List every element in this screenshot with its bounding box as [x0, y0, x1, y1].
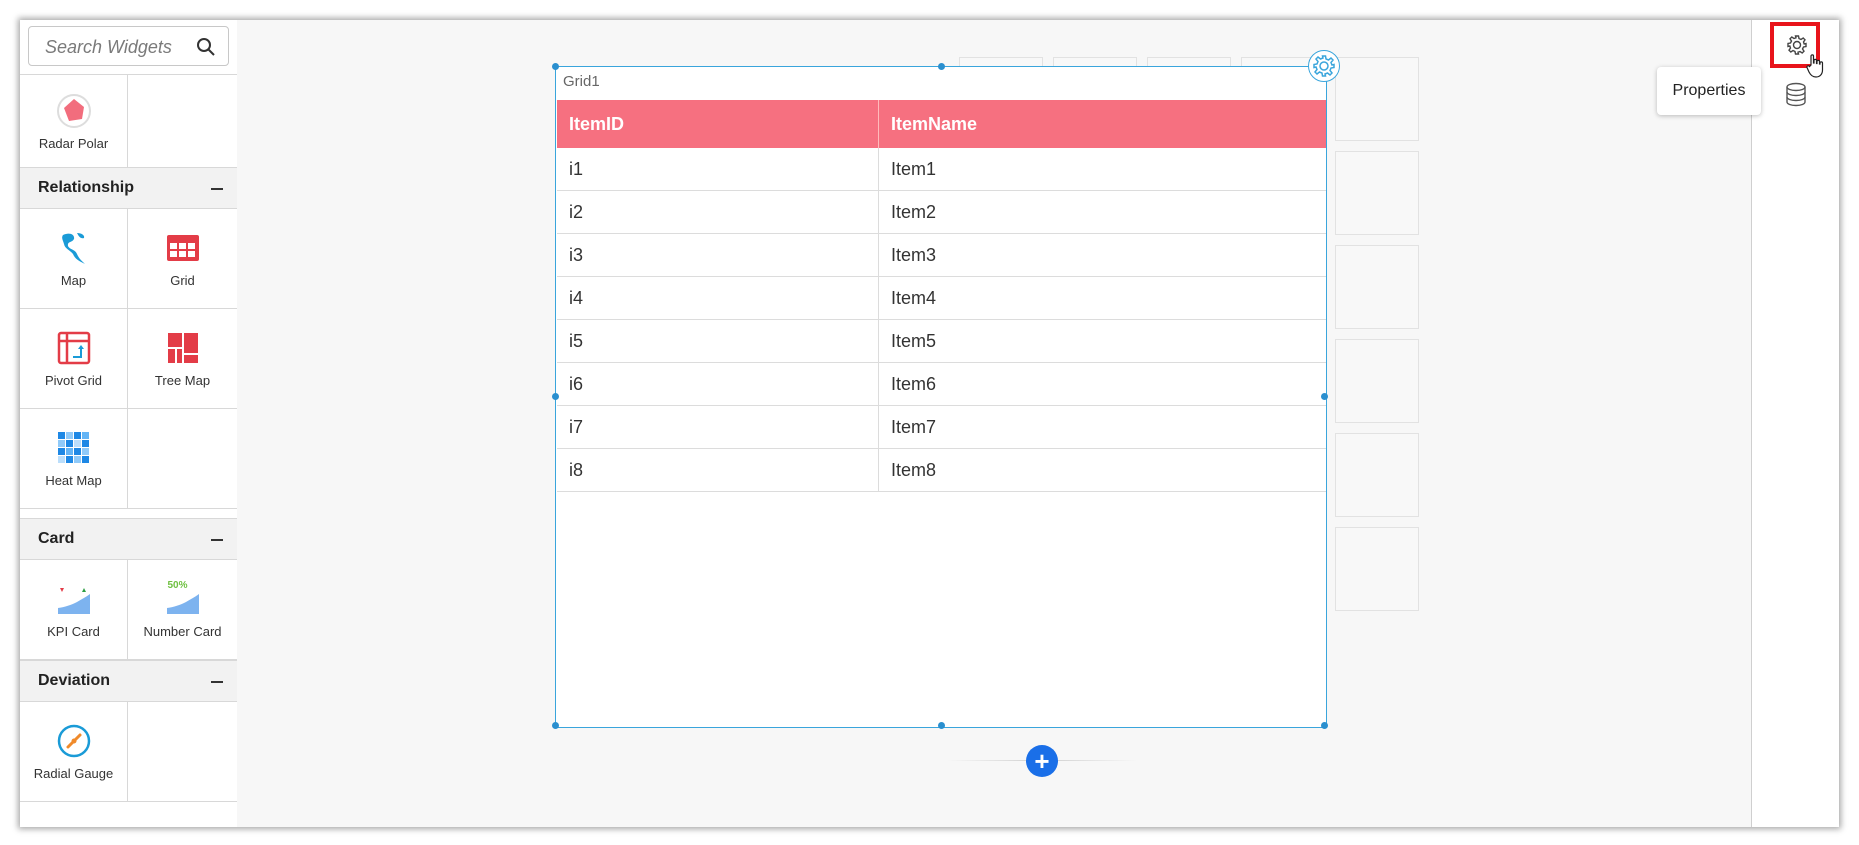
- number-card-icon: 50%: [164, 580, 202, 618]
- data-grid-table[interactable]: ItemID ItemName i1 Item1 i2 Item2 i3 Item3 i4 I…: [557, 100, 1326, 492]
- cell-item-name: Item2: [878, 190, 1326, 234]
- radial-gauge-icon: [57, 724, 90, 758]
- cell-item-id: i4: [557, 276, 879, 320]
- collapse-icon[interactable]: [211, 188, 223, 190]
- widget-label: Radial Gauge: [33, 766, 114, 781]
- app-window: Radar Polar Relationship Map: [20, 20, 1839, 827]
- placeholder-cell[interactable]: [1335, 339, 1419, 423]
- widget-label: Pivot Grid: [44, 373, 103, 388]
- widget-sidebar: Radar Polar Relationship Map: [20, 20, 238, 827]
- section-title: Relationship: [38, 179, 135, 196]
- dashboard-canvas[interactable]: Grid1 ItemID ItemName i1 Item1 i2 Item2 i3 It…: [237, 20, 1751, 827]
- widget-label: KPI Card: [47, 624, 100, 639]
- widget-grid-deviation: Radial Gauge: [20, 702, 237, 802]
- cell-item-id: i6: [557, 362, 879, 406]
- widget-label: Grid: [170, 273, 195, 288]
- kpi-card-icon: [57, 588, 90, 614]
- widget-tree-map[interactable]: Tree Map: [128, 309, 237, 409]
- cell-item-id: i7: [557, 405, 879, 449]
- data-source-button[interactable]: [1772, 75, 1820, 115]
- widget-grid[interactable]: Grid: [128, 209, 237, 309]
- heat-map-icon: [57, 432, 89, 463]
- column-header[interactable]: ItemName: [878, 100, 1326, 148]
- widget-kpi-card[interactable]: KPI Card: [20, 560, 128, 660]
- resize-handle-bottom[interactable]: [938, 722, 945, 729]
- widget-label: Heat Map: [45, 473, 102, 488]
- cell-item-id: i1: [557, 148, 879, 191]
- map-icon: [61, 233, 85, 264]
- grid-widget[interactable]: Grid1 ItemID ItemName i1 Item1 i2 Item2 i3 It…: [552, 50, 1340, 729]
- widget-heat-map[interactable]: Heat Map: [20, 409, 128, 509]
- placeholder-cell[interactable]: [1335, 151, 1419, 235]
- search-input[interactable]: [43, 35, 197, 59]
- resize-handle-top-left[interactable]: [552, 63, 559, 70]
- widget-radial-gauge[interactable]: Radial Gauge: [20, 702, 128, 802]
- resize-handle-bottom-left[interactable]: [552, 722, 559, 729]
- placeholder-cell[interactable]: [1335, 245, 1419, 329]
- table-row[interactable]: i6 Item6: [557, 362, 1326, 406]
- add-widget-button[interactable]: +: [1026, 745, 1058, 777]
- resize-handle-top[interactable]: [938, 63, 945, 70]
- placeholder-cell[interactable]: [1335, 433, 1419, 517]
- widget-settings-gear-icon[interactable]: [1308, 50, 1340, 82]
- resize-handle-right[interactable]: [1321, 393, 1328, 400]
- cell-item-name: Item5: [878, 319, 1326, 363]
- cell-item-name: Item1: [878, 148, 1326, 191]
- widget-grid-top: Radar Polar: [20, 74, 237, 168]
- cell-item-id: i5: [557, 319, 879, 363]
- table-row[interactable]: i3 Item3: [557, 233, 1326, 277]
- table-row[interactable]: i4 Item4: [557, 276, 1326, 320]
- widget-grid-relationship: Map Grid Pivot Grid Tree Map Heat Map: [20, 209, 237, 509]
- collapse-icon[interactable]: [211, 681, 223, 683]
- cell-item-id: i3: [557, 233, 879, 277]
- table-row[interactable]: i7 Item7: [557, 405, 1326, 449]
- resize-handle-left[interactable]: [552, 393, 559, 400]
- cell-item-name: Item6: [878, 362, 1326, 406]
- widget-grid-card: KPI Card 50% Number Card: [20, 560, 237, 660]
- cell-item-name: Item8: [878, 448, 1326, 492]
- widget-label: Tree Map: [154, 373, 211, 388]
- table-header-row: ItemID ItemName: [557, 100, 1326, 148]
- widget-label: Number Card: [143, 624, 222, 639]
- widget-map[interactable]: Map: [20, 209, 128, 309]
- section-relationship[interactable]: Relationship: [20, 167, 237, 209]
- table-row[interactable]: i8 Item8: [557, 448, 1326, 492]
- section-title: Card: [38, 530, 75, 547]
- widget-radar-polar[interactable]: Radar Polar: [20, 75, 128, 168]
- widget-empty: [128, 75, 237, 168]
- grid-icon: [166, 235, 199, 261]
- placeholder-cell[interactable]: [1335, 57, 1419, 141]
- cell-item-name: Item7: [878, 405, 1326, 449]
- column-header[interactable]: ItemID: [557, 100, 879, 148]
- cell-item-name: Item3: [878, 233, 1326, 277]
- widget-pivot-grid[interactable]: Pivot Grid: [20, 309, 128, 409]
- section-title: Deviation: [38, 672, 111, 689]
- collapse-icon[interactable]: [211, 539, 223, 541]
- table-row[interactable]: i1 Item1: [557, 148, 1326, 191]
- section-card[interactable]: Card: [20, 518, 237, 560]
- properties-tooltip: Properties: [1657, 67, 1761, 115]
- widget-number-card[interactable]: 50% Number Card: [128, 560, 237, 660]
- widget-label: Map: [60, 273, 87, 288]
- search-icon[interactable]: [196, 37, 216, 57]
- search-box[interactable]: [28, 26, 229, 66]
- widget-empty: [128, 702, 237, 802]
- radar-polar-icon: [56, 93, 91, 128]
- table-row[interactable]: i2 Item2: [557, 190, 1326, 234]
- cell-item-id: i2: [557, 190, 879, 234]
- database-icon: [1786, 82, 1806, 107]
- pivot-grid-icon: [57, 331, 90, 365]
- resize-handle-bottom-right[interactable]: [1321, 722, 1328, 729]
- table-row[interactable]: i5 Item5: [557, 319, 1326, 363]
- section-deviation[interactable]: Deviation: [20, 660, 237, 702]
- widget-label: Radar Polar: [38, 135, 109, 151]
- cell-item-name: Item4: [878, 276, 1326, 320]
- widget-empty: [128, 409, 237, 509]
- placeholder-cell[interactable]: [1335, 527, 1419, 611]
- widget-title: Grid1: [563, 73, 600, 90]
- cell-item-id: i8: [557, 448, 879, 492]
- right-panel: [1751, 20, 1839, 827]
- tree-map-icon: [167, 333, 198, 363]
